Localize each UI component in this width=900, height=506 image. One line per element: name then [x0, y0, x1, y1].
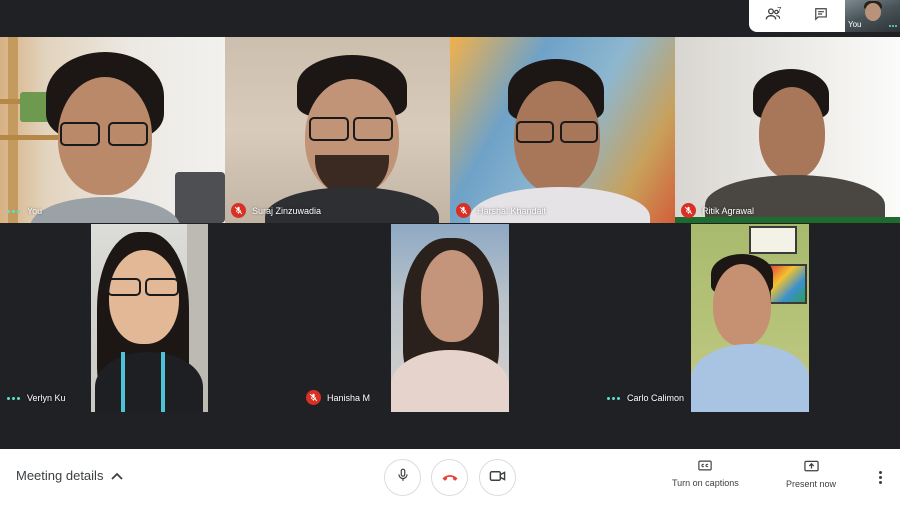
captions-button[interactable]: Turn on captions	[672, 460, 739, 488]
show-everyone-button[interactable]: 7	[749, 0, 797, 32]
camera-button[interactable]	[479, 459, 516, 496]
present-label: Present now	[786, 479, 837, 489]
participant-name: Verlyn Ku	[27, 393, 66, 403]
chat-icon	[814, 7, 828, 26]
participant-tile-you[interactable]: You	[0, 37, 225, 223]
top-right-panel: 7 You	[749, 0, 900, 32]
participant-tile-verlyn[interactable]: Verlyn Ku	[0, 224, 300, 412]
mic-icon	[396, 467, 410, 488]
meeting-details-button[interactable]: Meeting details	[16, 468, 124, 483]
speaking-indicator-icon	[606, 396, 621, 400]
participant-name: Suraj Zinzuwadia	[252, 205, 322, 216]
present-screen-icon	[803, 460, 819, 474]
participant-name: Ritik Agrawal	[702, 205, 755, 216]
camera-icon	[489, 469, 506, 487]
participant-tile-suraj[interactable]: Suraj Zinzuwadia	[225, 37, 450, 223]
participant-name-bar: You	[6, 206, 42, 216]
more-options-button[interactable]	[872, 467, 888, 487]
people-count: 7	[777, 6, 782, 15]
mic-muted-icon	[306, 390, 321, 405]
participant-name-bar: Harshal Khandait	[456, 203, 546, 218]
participant-name: Hanisha M	[327, 392, 371, 403]
video-stage: You Suraj Zinzuwadia Harshal Khandait Ri…	[0, 0, 900, 449]
closed-captions-icon	[698, 460, 713, 473]
participant-name: Carlo Calimon	[627, 393, 685, 403]
participant-tile-hanisha[interactable]: Hanisha M	[300, 224, 600, 412]
participant-name: You	[27, 206, 43, 216]
mic-muted-icon	[456, 203, 471, 218]
present-now-button[interactable]: Present now	[786, 460, 836, 489]
self-view-thumbnail[interactable]: You	[845, 0, 900, 32]
meeting-details-label: Meeting details	[16, 468, 104, 483]
mic-muted-icon	[231, 203, 246, 218]
self-view-label: You	[848, 20, 862, 29]
participant-tile-carlo[interactable]: Carlo Calimon	[600, 224, 900, 412]
participant-name-bar: Suraj Zinzuwadia	[231, 203, 321, 218]
speaking-indicator-icon	[6, 209, 21, 213]
more-vert-icon	[878, 470, 882, 474]
participant-name-bar: Ritik Agrawal	[681, 203, 754, 218]
bottom-toolbar: Meeting details Turn on captions Present…	[0, 449, 900, 506]
participant-tile-ritik[interactable]: Ritik Agrawal	[675, 37, 900, 223]
microphone-button[interactable]	[384, 459, 421, 496]
speaking-indicator-icon	[889, 25, 897, 27]
participant-name-bar: Verlyn Ku	[6, 393, 66, 403]
chevron-up-icon	[111, 468, 124, 483]
participant-tile-harshal[interactable]: Harshal Khandait	[450, 37, 675, 223]
leave-call-button[interactable]	[431, 459, 468, 496]
participant-name-bar: Carlo Calimon	[606, 393, 684, 403]
captions-label: Turn on captions	[672, 478, 739, 488]
participant-name: Harshal Khandait	[477, 205, 547, 216]
participant-name-bar: Hanisha M	[306, 390, 370, 405]
mic-muted-icon	[681, 203, 696, 218]
hang-up-icon	[441, 469, 459, 487]
chat-button[interactable]	[797, 0, 845, 32]
speaking-indicator-icon	[6, 396, 21, 400]
